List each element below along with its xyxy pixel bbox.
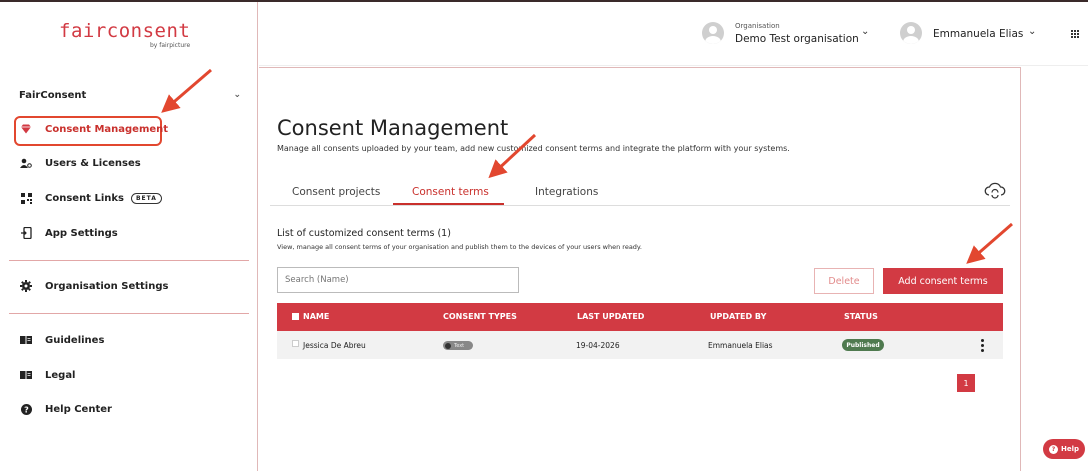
sidebar: fairconsent by fairpicture FairConsent ⌄…	[0, 2, 258, 471]
page-subtitle: Manage all consents uploaded by your tea…	[277, 144, 790, 153]
add-consent-terms-button[interactable]: Add consent terms	[883, 268, 1003, 294]
sidebar-item-label: Guidelines	[45, 334, 105, 346]
sidebar-item-guidelines[interactable]: Guidelines	[19, 328, 104, 352]
list-subtitle: View, manage all consent terms of your o…	[277, 243, 642, 251]
consent-type-label: Text	[454, 342, 465, 349]
row-checkbox[interactable]	[292, 340, 299, 347]
sidebar-item-app-settings[interactable]: App Settings	[19, 221, 118, 245]
book-icon	[19, 368, 33, 382]
column-header-updated-by[interactable]: UPDATED BY	[710, 312, 766, 321]
help-icon: ?	[19, 402, 33, 416]
book-icon	[19, 333, 33, 347]
sidebar-item-consent-management[interactable]: Consent Management	[19, 117, 168, 141]
column-header-name[interactable]: NAME	[303, 312, 329, 321]
sidebar-item-label: Consent Links	[45, 192, 124, 204]
qr-icon	[19, 191, 33, 205]
gear-icon	[19, 279, 33, 293]
chevron-down-icon[interactable]: ⌄	[1028, 26, 1036, 37]
sidebar-item-users-licenses[interactable]: Users & Licenses	[19, 151, 141, 175]
logo-subtitle: by fairpicture	[150, 42, 191, 49]
column-header-last-updated[interactable]: LAST UPDATED	[577, 312, 644, 321]
row-last-updated: 19-04-2026	[576, 341, 620, 350]
table-row[interactable]: Jessica De Abreu Text 19-04-2026 Emmanue…	[277, 331, 1003, 359]
search-input[interactable]	[277, 267, 519, 293]
top-header: Organisation Demo Test organisation ⌄ Em…	[259, 2, 1088, 66]
main-panel: Consent Management Manage all consents u…	[259, 67, 1021, 471]
sidebar-item-legal[interactable]: Legal	[19, 363, 76, 387]
page-title: Consent Management	[277, 116, 509, 140]
tab-bar: Consent projects Consent terms Integrati…	[270, 180, 1010, 206]
organisation-selector[interactable]: Demo Test organisation	[735, 33, 859, 45]
sidebar-item-label: Users & Licenses	[45, 157, 141, 169]
tab-consent-terms[interactable]: Consent terms	[412, 186, 489, 198]
sidebar-item-organisation-settings[interactable]: Organisation Settings	[19, 274, 168, 298]
sidebar-divider	[9, 260, 249, 261]
chevron-down-icon: ⌄	[233, 90, 241, 100]
svg-text:?: ?	[24, 405, 29, 414]
chevron-down-icon[interactable]: ⌄	[861, 26, 869, 37]
cloud-sync-icon[interactable]	[984, 181, 1006, 199]
app-icon	[19, 226, 33, 240]
diamond-icon	[19, 122, 33, 136]
sidebar-item-label: Legal	[45, 369, 76, 381]
row-name: Jessica De Abreu	[303, 341, 366, 350]
help-button[interactable]: ? Help	[1043, 439, 1085, 459]
row-updated-by: Emmanuela Elias	[708, 341, 773, 350]
column-header-status[interactable]: STATUS	[844, 312, 878, 321]
column-header-consent-types[interactable]: CONSENT TYPES	[443, 312, 517, 321]
sidebar-item-consent-links[interactable]: Consent Links BETA	[19, 186, 162, 210]
organisation-avatar	[702, 22, 724, 44]
active-tab-indicator	[393, 203, 504, 205]
users-icon	[19, 156, 33, 170]
organisation-label: Organisation	[735, 22, 780, 30]
sidebar-section-fairconsent[interactable]: FairConsent ⌄	[19, 90, 241, 101]
apps-grid-icon[interactable]	[1070, 29, 1079, 38]
help-icon: ?	[1048, 444, 1058, 454]
status-badge: Published	[842, 339, 884, 351]
sidebar-item-label: Consent Management	[45, 123, 169, 135]
sidebar-item-label: App Settings	[45, 227, 118, 239]
sidebar-item-label: Organisation Settings	[45, 280, 169, 292]
delete-button[interactable]: Delete	[814, 268, 874, 294]
consent-type-badge: Text	[443, 341, 473, 350]
table-header: NAME CONSENT TYPES LAST UPDATED UPDATED …	[277, 303, 1003, 331]
text-type-icon	[445, 342, 451, 349]
help-label: Help	[1060, 445, 1080, 453]
select-all-checkbox[interactable]	[292, 313, 299, 320]
tab-consent-projects[interactable]: Consent projects	[292, 186, 380, 198]
more-options-icon[interactable]	[981, 339, 985, 352]
user-menu[interactable]: Emmanuela Elias	[933, 28, 1023, 40]
app-logo[interactable]: fairconsent	[59, 20, 190, 42]
sidebar-item-label: Help Center	[45, 403, 112, 415]
beta-badge: BETA	[130, 192, 162, 204]
tab-integrations[interactable]: Integrations	[535, 186, 598, 198]
user-avatar[interactable]	[900, 22, 922, 44]
pagination-page-1[interactable]: 1	[957, 374, 975, 392]
sidebar-item-help-center[interactable]: ? Help Center	[19, 397, 112, 421]
sidebar-divider	[9, 313, 249, 314]
sidebar-section-label: FairConsent	[19, 90, 87, 101]
list-title: List of customized consent terms (1)	[277, 228, 451, 239]
